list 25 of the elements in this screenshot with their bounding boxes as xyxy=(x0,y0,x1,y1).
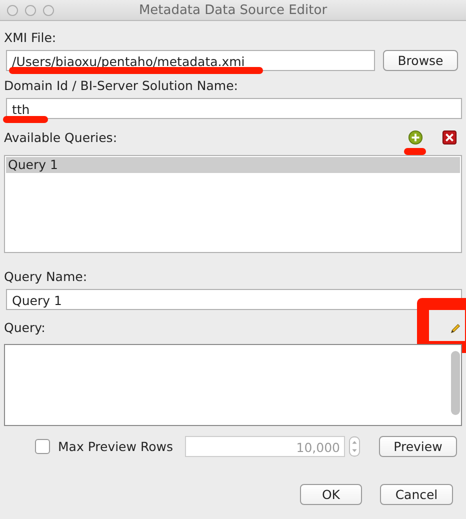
preview-button[interactable]: Preview xyxy=(379,436,457,457)
scrollbar[interactable] xyxy=(451,351,460,415)
window-title: Metadata Data Source Editor xyxy=(138,2,328,18)
field-label: Query: xyxy=(4,319,46,337)
xmi-file-field[interactable]: /Users/biaoxu/pentaho/metadata.xmi xyxy=(6,50,375,71)
checkbox-label: Max Preview Rows xyxy=(58,439,174,454)
stepper-icon[interactable] xyxy=(349,436,360,457)
query-list-item[interactable]: Query 1 xyxy=(6,157,460,173)
field-label: Available Queries: xyxy=(4,129,118,147)
field-label: Domain Id / BI-Server Solution Name: xyxy=(4,77,239,95)
query-text-area[interactable] xyxy=(4,344,462,426)
annotation-underline xyxy=(3,116,48,123)
minimize-window-button[interactable] xyxy=(25,4,36,16)
ok-button[interactable]: OK xyxy=(300,484,362,505)
cancel-button[interactable]: Cancel xyxy=(380,484,453,505)
delete-icon[interactable] xyxy=(442,130,457,144)
zoom-window-button[interactable] xyxy=(43,4,54,16)
browse-button[interactable]: Browse xyxy=(383,50,458,71)
field-label: Query Name: xyxy=(4,268,88,286)
close-window-button[interactable] xyxy=(7,4,18,16)
field-label: XMI File: xyxy=(4,29,58,47)
annotation-underline xyxy=(404,148,426,154)
pencil-icon[interactable] xyxy=(449,322,462,334)
query-name-field[interactable]: Query 1 xyxy=(6,289,462,310)
add-icon[interactable] xyxy=(408,130,423,144)
